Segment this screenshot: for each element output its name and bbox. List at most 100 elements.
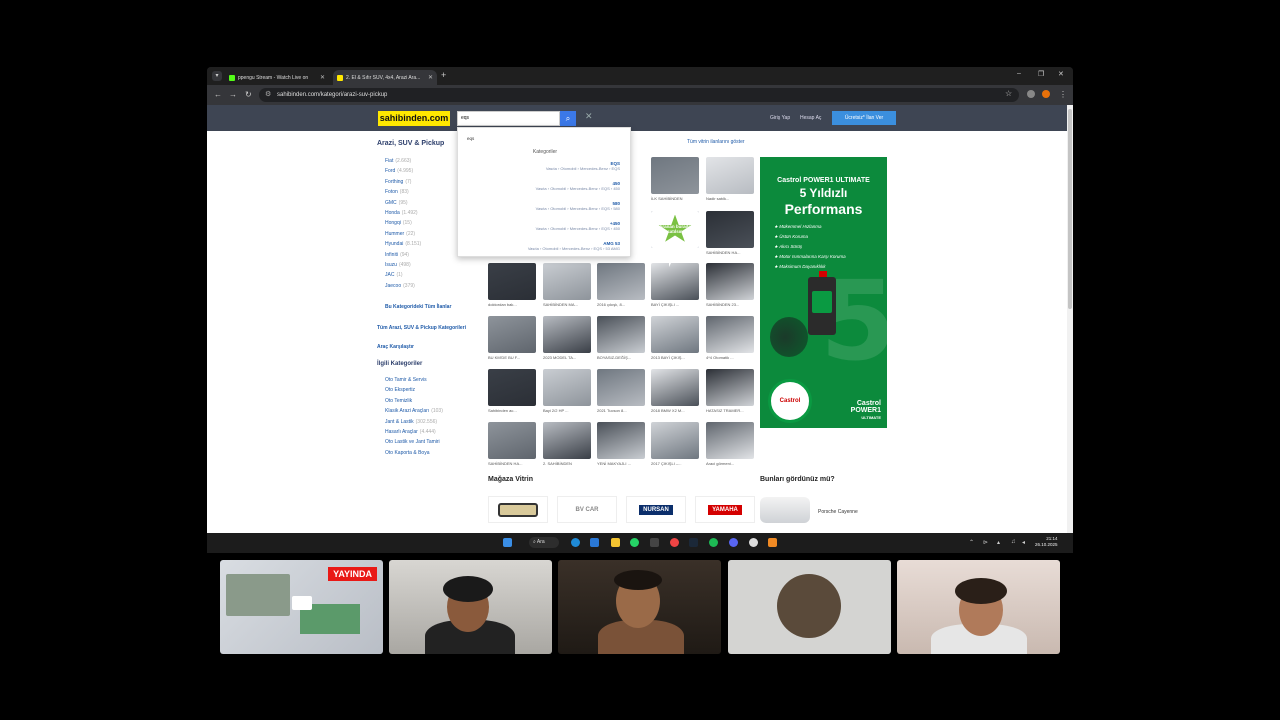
listing-caption[interactable]: 2018 BMW X2 M... <box>651 408 701 413</box>
listing-thumbnail[interactable] <box>706 316 754 353</box>
tab-close-icon[interactable]: ✕ <box>320 74 325 81</box>
listing-caption[interactable]: 4*4 Otomatik ... <box>706 355 756 360</box>
suggest-car-image[interactable] <box>760 497 810 523</box>
maximize-icon[interactable]: ❐ <box>1038 70 1044 78</box>
listing-thumbnail[interactable] <box>651 316 699 353</box>
related-category-link[interactable]: Oto Lastik ve Jant Tamiri <box>385 439 442 445</box>
steam-icon[interactable] <box>689 538 698 547</box>
listing-caption[interactable]: 2. SAHİBİNDEN <box>543 461 593 466</box>
whatsapp-icon[interactable] <box>630 538 639 547</box>
extension-icon[interactable] <box>1027 90 1035 98</box>
listing-caption[interactable]: BAYİ ÇIKIŞLI ... <box>651 302 701 307</box>
suggestion-item[interactable]: AMG 53 Vasıta › Otomobil › Mercedes-Benz … <box>528 241 620 251</box>
listing-caption[interactable]: 2023 MODEL TA... <box>543 355 593 360</box>
forward-icon[interactable]: → <box>229 90 237 99</box>
obs-icon[interactable] <box>749 538 758 547</box>
related-category-link[interactable]: Jant & Lastik (302.556) <box>385 419 437 425</box>
store-icon[interactable] <box>590 538 599 547</box>
listing-thumbnail[interactable] <box>651 422 699 459</box>
listing-thumbnail[interactable] <box>543 422 591 459</box>
brand-link[interactable]: Hummer (22) <box>385 231 415 237</box>
listing-caption[interactable]: BOYASIZ-DEĞİŞ... <box>597 355 647 360</box>
brand-link[interactable]: Foton (83) <box>385 189 409 195</box>
tab-search-icon[interactable]: ▾ <box>212 71 222 81</box>
listing-thumbnail[interactable] <box>597 369 645 406</box>
castrol-ad-banner[interactable]: 5 Castrol POWER1 ULTIMATE 5 Yıldızlı Per… <box>760 157 887 428</box>
menu-kebab-icon[interactable]: ⋮ <box>1059 90 1067 99</box>
listing-thumbnail[interactable] <box>597 422 645 459</box>
store-logo-3[interactable]: NURSAN <box>626 496 686 523</box>
minimize-icon[interactable]: – <box>1017 70 1021 77</box>
listing-thumbnail[interactable] <box>597 316 645 353</box>
brand-link[interactable]: GMC (95) <box>385 200 408 206</box>
tab-kick[interactable]: ppengu Stream - Watch Live on ✕ <box>225 70 329 85</box>
site-logo[interactable]: sahibinden.com <box>378 111 450 126</box>
listing-caption[interactable]: 2016 çıkışlı, 8... <box>597 302 647 307</box>
volume-icon[interactable]: ◂ <box>1022 539 1025 546</box>
listing-caption[interactable]: doktordan bak... <box>488 302 538 307</box>
listing-thumbnail[interactable] <box>706 422 754 459</box>
listing-thumbnail[interactable] <box>488 316 536 353</box>
listing-caption[interactable]: SAHİBİNDEN HA... <box>488 461 538 466</box>
site-info-icon[interactable]: ⚙ <box>265 88 271 102</box>
listing-thumbnail[interactable] <box>543 316 591 353</box>
listing-caption[interactable]: BU KM'DE BU F... <box>488 355 538 360</box>
listing-thumbnail[interactable] <box>706 263 754 300</box>
related-category-link[interactable]: Oto Ekspertiz <box>385 387 417 393</box>
store-logo-4[interactable]: YAMAHA <box>695 496 755 523</box>
all-in-category-link[interactable]: Bu Kategorideki Tüm İlanlar <box>385 304 451 310</box>
listing-thumbnail[interactable] <box>651 369 699 406</box>
brand-link[interactable]: JAC (1) <box>385 272 403 278</box>
tab-sahibinden[interactable]: 2. El & Sıfır SUV, 4x4, Arazi Ara... ✕ <box>333 70 437 85</box>
listing-thumbnail[interactable] <box>597 263 645 300</box>
brand-link[interactable]: Forthing (7) <box>385 179 411 185</box>
clock[interactable]: 21:14 26.10.2025 <box>1035 536 1058 548</box>
listing-caption[interactable]: Sahibinden ac... <box>488 408 538 413</box>
listing-thumbnail[interactable] <box>706 211 754 248</box>
brand-link[interactable]: Jaecoo (379) <box>385 283 415 289</box>
listing-thumbnail[interactable] <box>488 369 536 406</box>
listing-caption[interactable]: Nadir satılk... <box>706 196 756 201</box>
listing-thumbnail[interactable] <box>543 369 591 406</box>
listing-caption[interactable]: 2017 ÇIKIŞLI –... <box>651 461 701 466</box>
related-category-link[interactable]: Hasarlı Araçlar (4.444) <box>385 429 436 435</box>
store-logo-1[interactable] <box>488 496 548 523</box>
search-input[interactable]: eqs <box>457 111 560 126</box>
listing-thumbnail[interactable] <box>543 263 591 300</box>
discord-icon[interactable] <box>729 538 738 547</box>
related-category-link[interactable]: Oto Tamir & Servis <box>385 377 429 383</box>
tray-app-icon[interactable]: ⊳ <box>983 539 988 546</box>
brand-link[interactable]: Hongqi (15) <box>385 220 412 226</box>
clear-search-icon[interactable]: ✕ <box>585 111 593 122</box>
register-link[interactable]: Hesap Aç <box>800 115 821 121</box>
close-window-icon[interactable]: ✕ <box>1058 70 1064 78</box>
listing-caption[interactable]: Bayi 2/2 HP ... <box>543 408 593 413</box>
listing-caption[interactable]: SAHİBİNDEN HA... <box>706 250 756 255</box>
edge-icon[interactable] <box>571 538 580 547</box>
listing-caption[interactable]: HATASIZ TRAMER... <box>706 408 756 413</box>
suggestion-item[interactable]: 580 Vasıta › Otomobil › Mercedes-Benz › E… <box>536 201 620 211</box>
suggestion-item[interactable]: +450 Vasıta › Otomobil › Mercedes-Benz › … <box>536 221 620 231</box>
listing-thumbnail[interactable] <box>488 263 536 300</box>
store-logo-2[interactable]: BV CAR <box>557 496 617 523</box>
listing-caption[interactable]: Araci görmeni... <box>706 461 756 466</box>
listing-caption[interactable]: YENİ MAKYAJLI ... <box>597 461 647 466</box>
profile-avatar-icon[interactable] <box>1042 90 1050 98</box>
reload-icon[interactable]: ↻ <box>245 90 252 99</box>
suggestion-item[interactable]: EQS Vasıta › Otomobil › Mercedes-Benz › E… <box>546 161 620 171</box>
brand-link[interactable]: Hyundai (8.151) <box>385 241 421 247</box>
tray-network-icon[interactable]: ▴ <box>997 539 1000 546</box>
listing-thumbnail[interactable] <box>706 369 754 406</box>
listing-caption[interactable]: SAHİBİNDEN MA... <box>543 302 593 307</box>
related-category-link[interactable]: Oto Kaporta & Boya <box>385 450 431 456</box>
taskbar-search[interactable]: ⌕ Ara <box>529 537 559 548</box>
listing-thumbnail[interactable] <box>651 157 699 194</box>
new-tab-icon[interactable]: + <box>441 70 446 80</box>
bookmark-star-icon[interactable]: ☆ <box>1005 89 1012 98</box>
login-link[interactable]: Giriş Yap <box>770 115 790 121</box>
suggestion-item[interactable]: 450 Vasıta › Otomobil › Mercedes-Benz › E… <box>536 181 620 191</box>
related-category-link[interactable]: Oto Temizlik <box>385 398 414 404</box>
chrome-icon[interactable] <box>670 538 679 547</box>
brand-link[interactable]: Honda (1.492) <box>385 210 418 216</box>
brand-link[interactable]: Isuzu (498) <box>385 262 411 268</box>
